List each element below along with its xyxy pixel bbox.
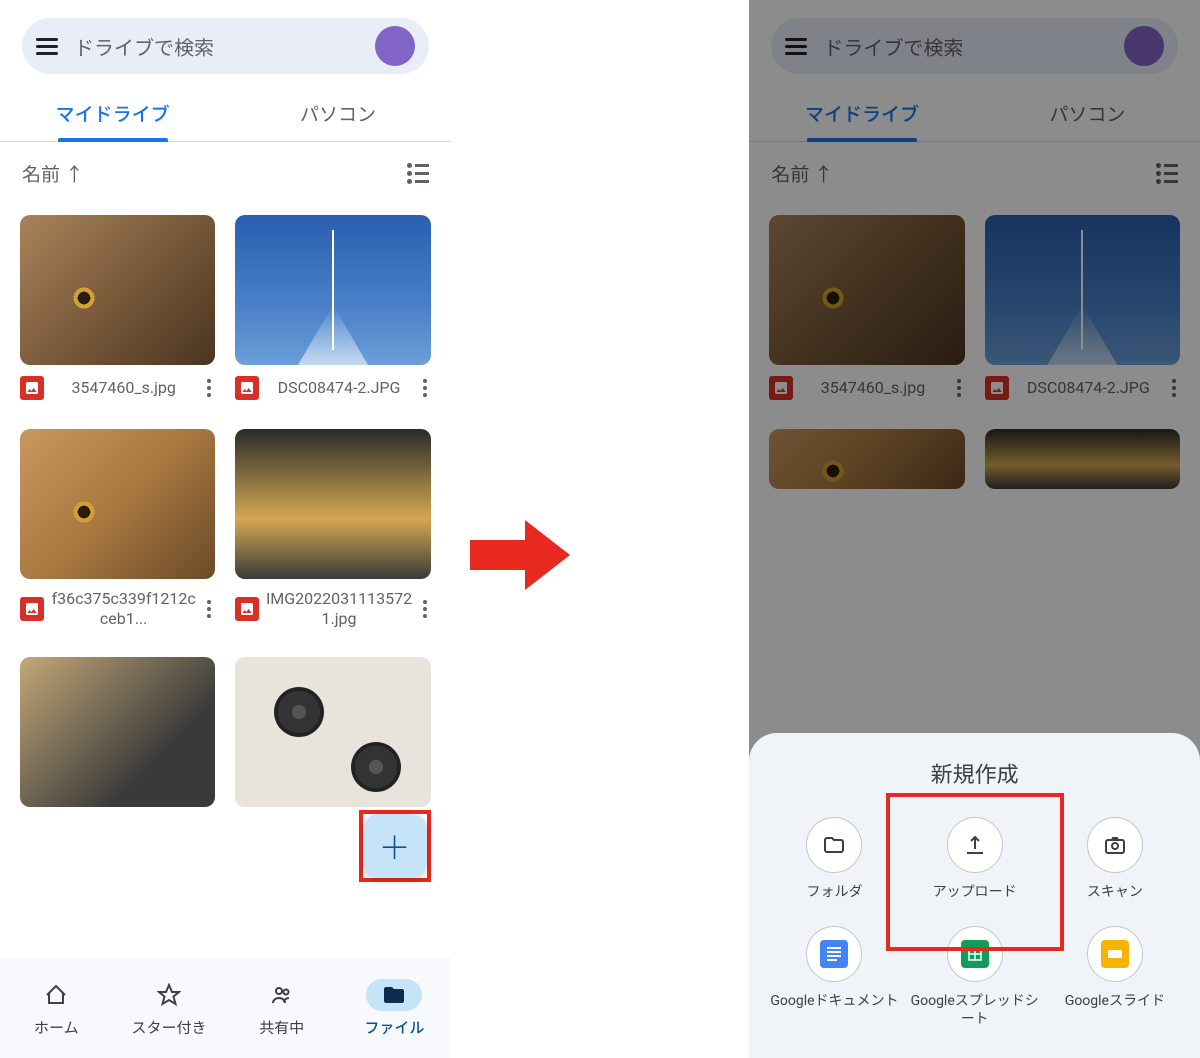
more-icon[interactable] [419,596,431,622]
new-sheet: 新規作成 フォルダ アップロード スキャン Googleドキュメント Googl… [749,733,1200,1058]
upload-icon [963,833,987,857]
sheets-icon [961,940,989,968]
search-bar[interactable]: ドライブで検索 [22,18,429,74]
tab-mydrive[interactable]: マイドライブ [0,86,225,141]
docs-icon [820,940,848,968]
fab-new-button[interactable]: ＋ [363,814,427,878]
thumbnail [20,657,215,807]
file-item[interactable]: 3547460_s.jpg [20,215,215,411]
nav-starred[interactable]: スター付き [113,958,226,1058]
image-icon [235,376,259,400]
phone-screen-left: ドライブで検索 マイドライブ パソコン 名前 ↑ 3547460_s.jpg D… [0,0,451,1058]
list-view-icon[interactable] [407,163,429,184]
nav-shared[interactable]: 共有中 [225,958,338,1058]
bottom-nav: ホーム スター付き 共有中 ファイル [0,958,451,1058]
file-item[interactable]: DSC08474-2.JPG [235,215,430,411]
phone-screen-right: ドライブで検索 マイドライブ パソコン 名前 ↑ 3547460_s.jpg D… [749,0,1200,1058]
slides-icon [1101,940,1129,968]
menu-icon[interactable] [36,38,58,55]
new-docs-button[interactable]: Googleドキュメント [769,926,899,1028]
people-icon [254,979,310,1011]
sort-button[interactable]: 名前 ↑ [22,160,84,187]
thumbnail [235,429,430,579]
folder-icon [822,833,846,857]
file-item[interactable]: f36c375c339f1212cceb1... [20,429,215,639]
file-item[interactable] [235,657,430,807]
home-icon [28,979,84,1011]
search-placeholder: ドライブで検索 [74,32,375,61]
thumbnail [20,429,215,579]
tab-pc[interactable]: パソコン [225,86,450,141]
file-item[interactable] [20,657,215,807]
nav-home[interactable]: ホーム [0,958,113,1058]
new-folder-button[interactable]: フォルダ [769,817,899,901]
transition-gap [451,0,590,1058]
file-name: f36c375c339f1212cceb1... [50,589,197,629]
avatar[interactable] [375,26,415,66]
file-name: DSC08474-2.JPG [265,378,412,398]
more-icon[interactable] [203,375,215,401]
folder-icon [366,979,422,1011]
file-item[interactable]: IMG20220311135721.jpg [235,429,430,639]
scan-button[interactable]: スキャン [1050,817,1180,901]
tabs: マイドライブ パソコン [0,86,451,142]
thumbnail [235,657,430,807]
plus-icon: ＋ [379,823,411,869]
upload-button[interactable]: アップロード [910,817,1040,901]
sheet-title: 新規作成 [769,757,1180,789]
file-name: 3547460_s.jpg [50,378,197,398]
arrow-icon [470,520,570,594]
thumbnail [20,215,215,365]
new-slides-button[interactable]: Googleスライド [1050,926,1180,1028]
more-icon[interactable] [419,375,431,401]
image-icon [235,597,259,621]
sort-row: 名前 ↑ [0,142,451,205]
camera-icon [1103,833,1127,857]
new-sheets-button[interactable]: Googleスプレッドシート [910,926,1040,1028]
more-icon[interactable] [203,596,215,622]
image-icon [20,597,44,621]
nav-files[interactable]: ファイル [338,958,451,1058]
thumbnail [235,215,430,365]
file-grid: 3547460_s.jpg DSC08474-2.JPG f36c375c339… [0,205,451,817]
image-icon [20,376,44,400]
file-name: IMG20220311135721.jpg [265,589,412,629]
star-icon [141,979,197,1011]
